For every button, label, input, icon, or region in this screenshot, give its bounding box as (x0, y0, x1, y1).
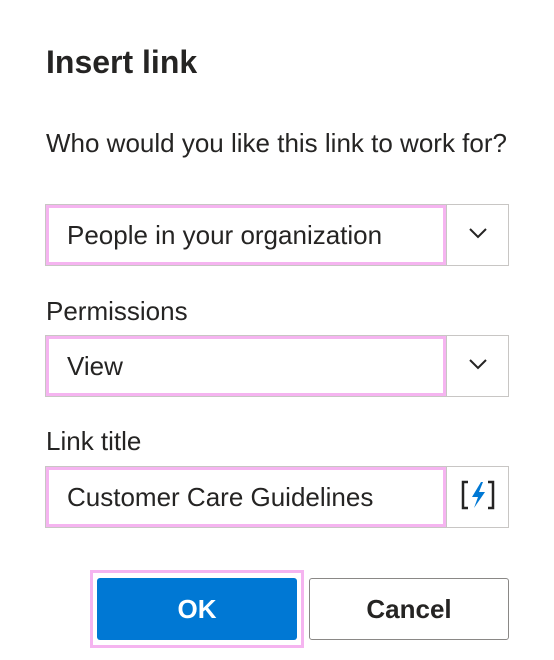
link-title-label: Link title (46, 426, 142, 456)
audience-dropdown[interactable]: People in your organization (45, 204, 509, 266)
audience-selected-value[interactable]: People in your organization (46, 205, 446, 265)
cancel-button[interactable]: Cancel (309, 578, 509, 640)
audience-dropdown-button[interactable] (446, 205, 508, 265)
permissions-label: Permissions (46, 296, 188, 326)
permissions-dropdown-button[interactable] (446, 336, 508, 396)
chevron-down-icon (468, 357, 488, 375)
dynamic-content-button[interactable] (446, 467, 508, 527)
audience-label: Who would you like this link to work for… (46, 128, 507, 158)
dialog-title: Insert link (46, 44, 198, 80)
ok-button[interactable]: OK (97, 578, 297, 640)
permissions-selected-value[interactable]: View (46, 336, 446, 396)
dynamic-content-icon (460, 479, 496, 516)
chevron-down-icon (468, 226, 488, 244)
link-title-input[interactable] (46, 467, 446, 527)
permissions-dropdown[interactable]: View (45, 335, 509, 397)
link-title-field (45, 466, 509, 528)
